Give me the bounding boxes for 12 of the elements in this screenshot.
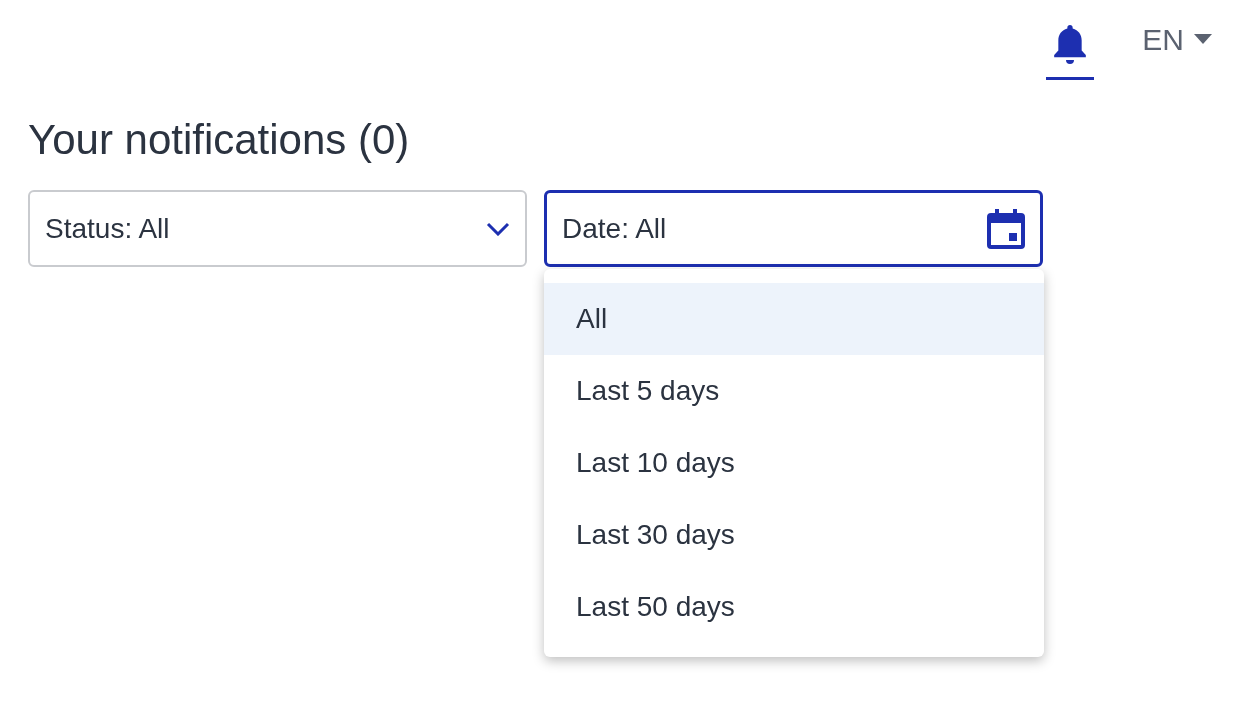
date-option[interactable]: Last 30 days: [544, 499, 1044, 571]
date-option[interactable]: Last 50 days: [544, 571, 1044, 643]
date-select[interactable]: Date: All: [544, 190, 1043, 267]
page-title: Your notifications (0): [28, 115, 410, 165]
date-option[interactable]: Last 10 days: [544, 427, 1044, 499]
chevron-down-icon: [486, 221, 510, 236]
status-select[interactable]: Status: All: [28, 190, 527, 267]
date-option[interactable]: Last 5 days: [544, 355, 1044, 427]
calendar-icon: [987, 208, 1025, 249]
date-option[interactable]: All: [544, 283, 1044, 355]
caret-icon: [1194, 34, 1212, 44]
language-selector[interactable]: EN: [1142, 16, 1212, 62]
